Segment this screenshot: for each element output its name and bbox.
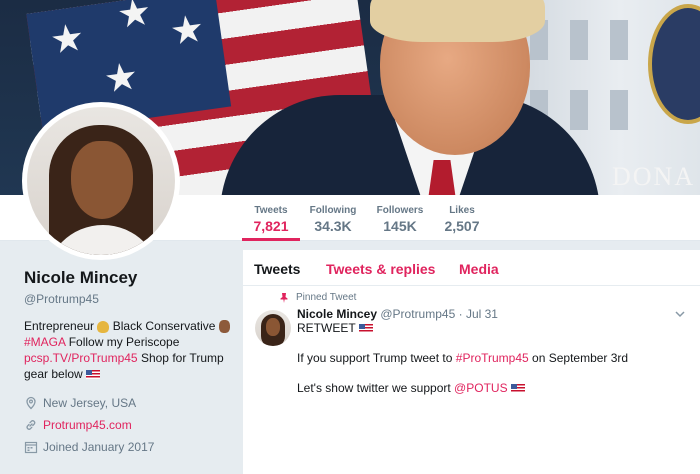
website-link[interactable]: Protrump45.com [43, 418, 132, 432]
star-icon: ★ [114, 0, 155, 38]
chevron-down-icon[interactable] [674, 308, 686, 320]
tweet-text: RETWEET If you support Trump tweet to #P… [297, 321, 629, 395]
pinned-tweet-label: Pinned Tweet [279, 292, 356, 303]
pin-icon [280, 292, 288, 303]
timeline: Tweets Tweets & replies Media Pinned Twe… [243, 250, 700, 474]
ok-hand-icon [218, 320, 230, 334]
tab-tweets[interactable]: Tweets [254, 261, 300, 277]
timeline-tabs: Tweets Tweets & replies Media [243, 250, 700, 286]
tweet-header: Nicole Mincey @Protrump45 · Jul 31 [297, 307, 498, 321]
profile-name[interactable]: Nicole Mincey [24, 268, 234, 288]
stat-label: Likes [449, 205, 475, 216]
tweet-date[interactable]: Jul 31 [466, 307, 498, 321]
profile-avatar[interactable] [22, 102, 180, 260]
tweet-avatar[interactable] [255, 310, 291, 346]
star-icon: ★ [101, 55, 142, 102]
stat-label: Tweets [254, 205, 288, 216]
profile-website: Protrump45.com [24, 418, 234, 432]
protrump45-hashtag-link[interactable]: #ProTrump45 [456, 351, 529, 365]
profile-location: New Jersey, USA [24, 396, 234, 410]
profile-bio: Entrepreneur Black Conservative #MAGA Fo… [24, 318, 234, 382]
stat-value: 34.3K [314, 218, 352, 234]
tab-tweets-and-replies[interactable]: Tweets & replies [326, 261, 435, 277]
star-icon: ★ [167, 7, 208, 54]
stat-likes[interactable]: Likes 2,507 [440, 195, 484, 241]
us-flag-icon [510, 384, 525, 394]
calendar-icon [24, 441, 38, 454]
stat-followers[interactable]: Followers 145K [373, 195, 427, 241]
us-flag-icon [358, 324, 373, 334]
potus-mention-link[interactable]: @POTUS [454, 381, 508, 395]
star-icon: ★ [47, 16, 88, 63]
money-bag-icon [97, 320, 110, 333]
stat-tweets[interactable]: Tweets 7,821 [242, 195, 300, 241]
profile-handle[interactable]: @Protrump45 [24, 292, 234, 306]
profile-sidebar: Nicole Mincey @Protrump45 Entrepreneur B… [24, 268, 234, 454]
periscope-link[interactable]: pcsp.TV/ProTrump45 [24, 351, 138, 365]
link-icon [26, 420, 36, 430]
tab-media[interactable]: Media [459, 261, 499, 277]
maga-hashtag-link[interactable]: #MAGA [24, 335, 65, 349]
profile-joined: Joined January 2017 [24, 440, 234, 454]
banner-text: DONA [612, 162, 696, 191]
tweet-author-name[interactable]: Nicole Mincey [297, 307, 377, 321]
stat-label: Following [309, 205, 357, 216]
us-flag-icon [86, 370, 101, 380]
stat-value: 2,507 [444, 218, 480, 234]
stat-label: Followers [376, 205, 424, 216]
stat-following[interactable]: Following 34.3K [306, 195, 360, 241]
location-icon [26, 396, 36, 410]
stat-value: 145K [383, 218, 417, 234]
stat-value: 7,821 [253, 218, 289, 234]
tweet-author-handle[interactable]: @Protrump45 [380, 307, 455, 321]
